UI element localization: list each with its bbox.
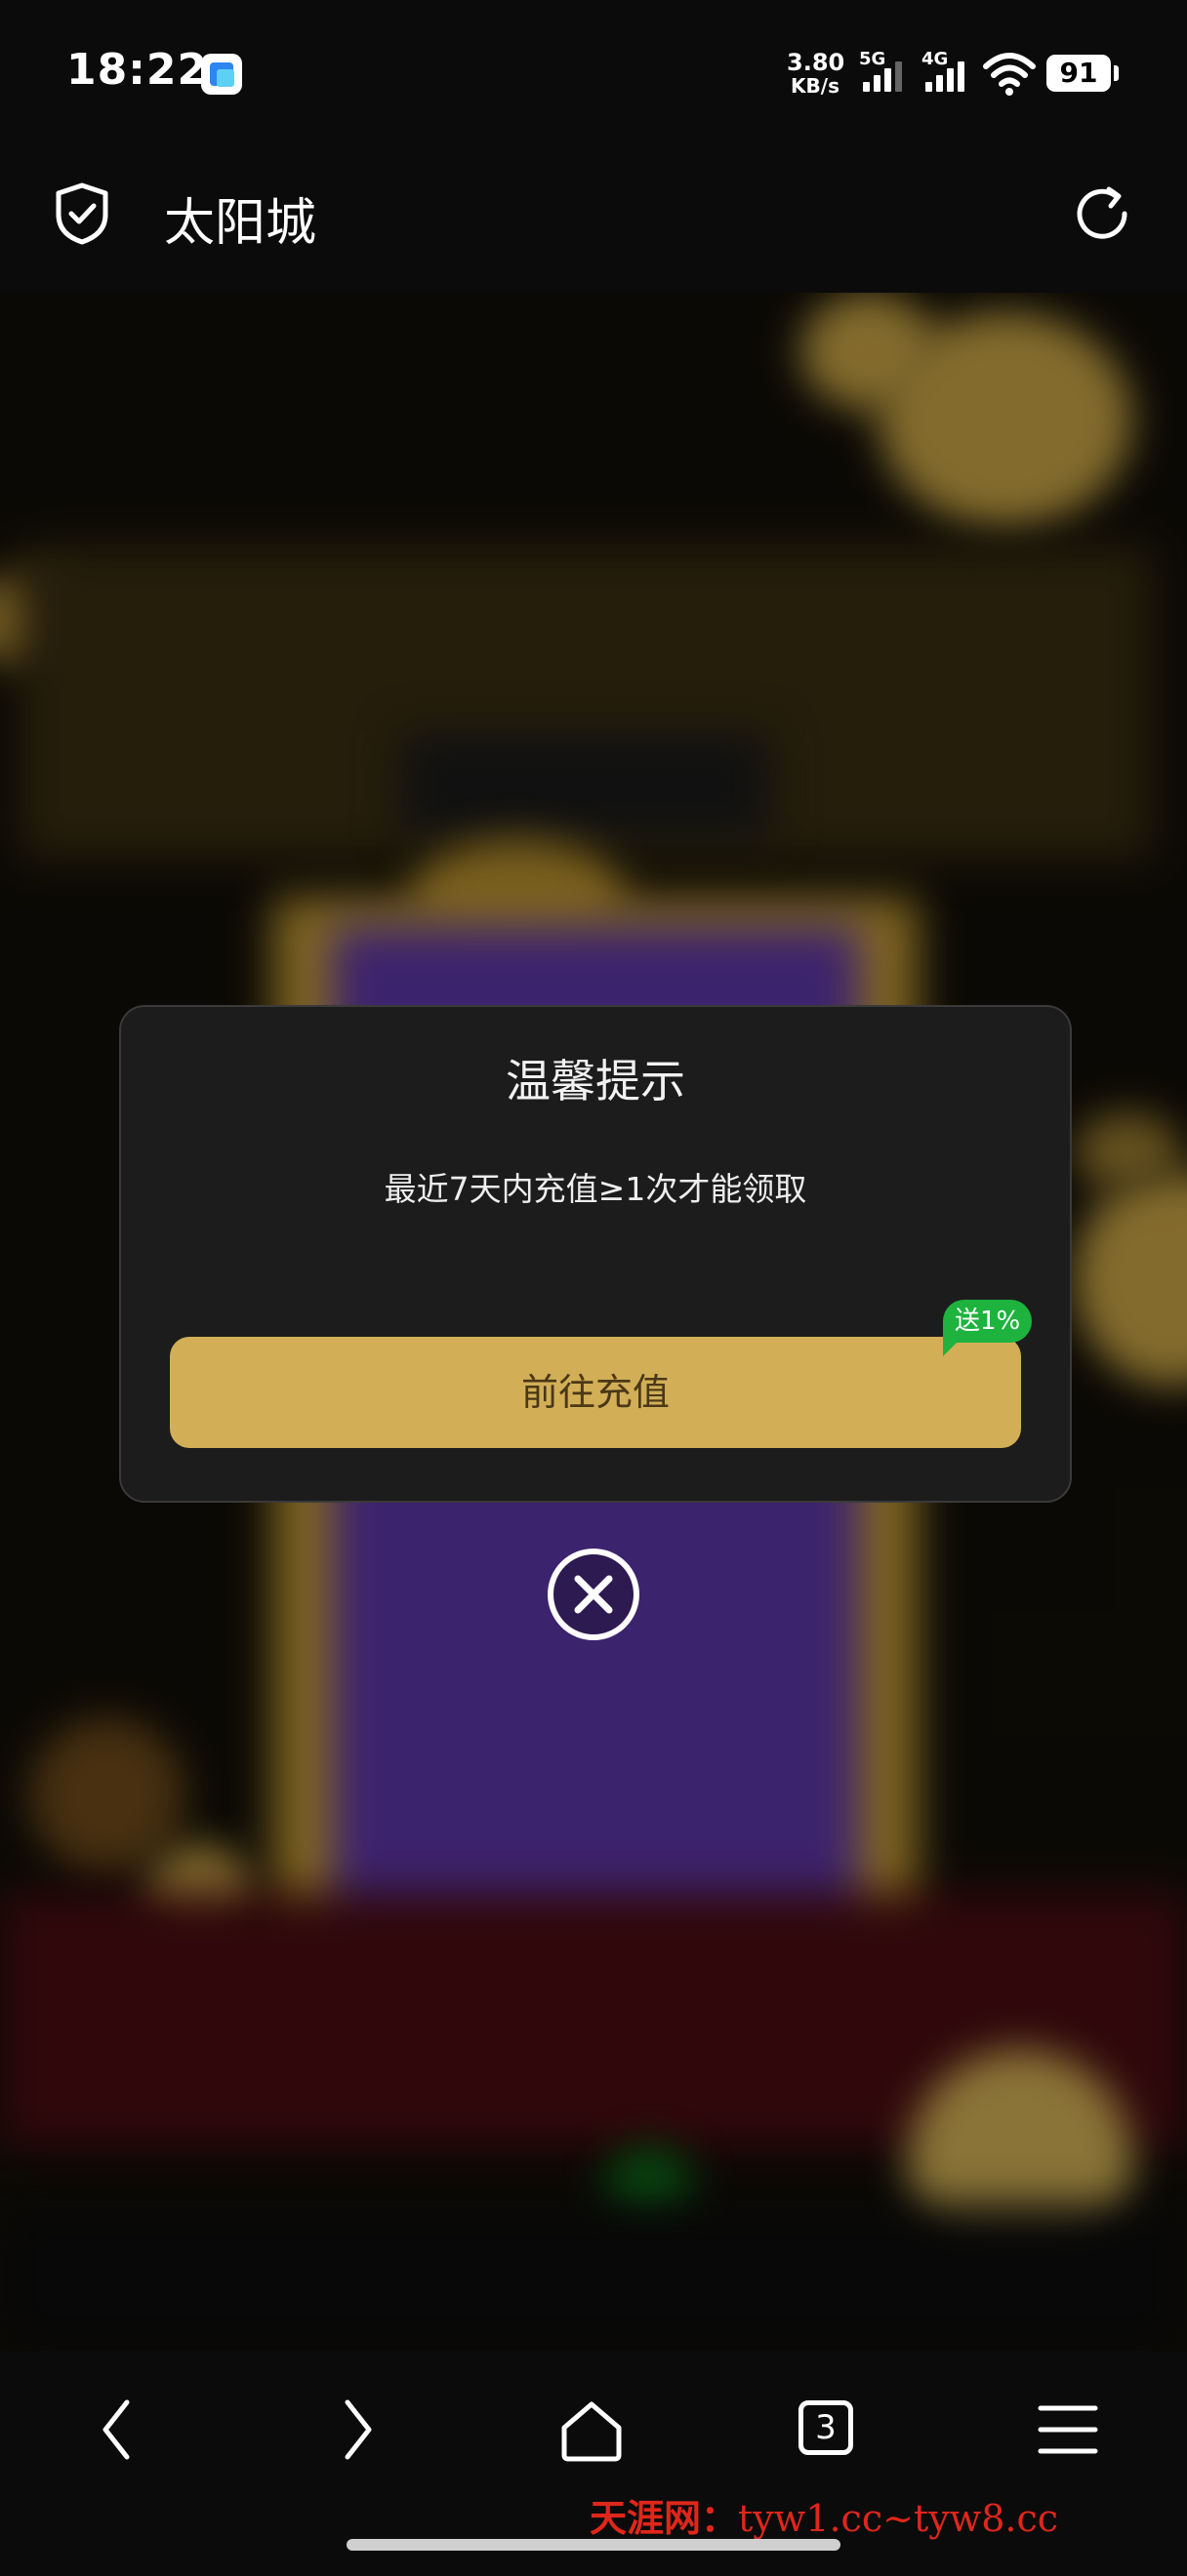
- shield-check-icon[interactable]: [53, 181, 111, 246]
- tabs-button[interactable]: 3: [795, 2395, 865, 2465]
- home-indicator[interactable]: [347, 2539, 840, 2551]
- forward-icon[interactable]: [320, 2395, 390, 2465]
- sim2-signal-icon: 4G: [921, 49, 976, 96]
- app-header: 太阳城: [0, 146, 1187, 293]
- network-speed-value: 3.80: [787, 49, 845, 76]
- network-speed-unit: KB/s: [791, 74, 839, 98]
- recharge-button[interactable]: 前往充值: [170, 1337, 1021, 1448]
- status-bar: 18:22 3.80 KB/s 5G 4G 91: [0, 0, 1187, 146]
- promo-badge: 送1%: [943, 1300, 1033, 1356]
- watermark-domains: tyw1.cc~tyw8.cc: [738, 2497, 1059, 2540]
- tabs-count: 3: [815, 2408, 837, 2447]
- sim1-signal-icon: 5G: [859, 49, 914, 96]
- watermark: 天涯网：tyw1.cc~tyw8.cc: [590, 2488, 1058, 2542]
- page-title: 太阳城: [164, 194, 317, 253]
- sim2-label: 4G: [921, 49, 949, 69]
- app-notification-icon: [201, 54, 242, 95]
- close-dialog-icon[interactable]: [545, 1546, 642, 1643]
- clock: 18:22: [66, 45, 209, 95]
- notice-dialog: 温馨提示 最近7天内充值≥1次才能领取 前往充值 送1%: [119, 1005, 1072, 1503]
- network-speed: 3.80 KB/s: [787, 49, 845, 98]
- refresh-icon[interactable]: [1070, 181, 1134, 246]
- wifi-icon: [983, 53, 1036, 96]
- watermark-name: 天涯网：: [590, 2496, 739, 2540]
- home-icon[interactable]: [556, 2395, 627, 2465]
- battery-indicator: 91: [1046, 55, 1119, 92]
- menu-icon[interactable]: [1033, 2395, 1103, 2465]
- sim1-label: 5G: [859, 49, 886, 69]
- dialog-title: 温馨提示: [506, 1055, 685, 1107]
- back-icon[interactable]: [84, 2395, 154, 2465]
- browser-bottom-bar: 3 天涯网：tyw1.cc~tyw8.cc: [0, 2352, 1187, 2576]
- dialog-message: 最近7天内充值≥1次才能领取: [384, 1170, 807, 1208]
